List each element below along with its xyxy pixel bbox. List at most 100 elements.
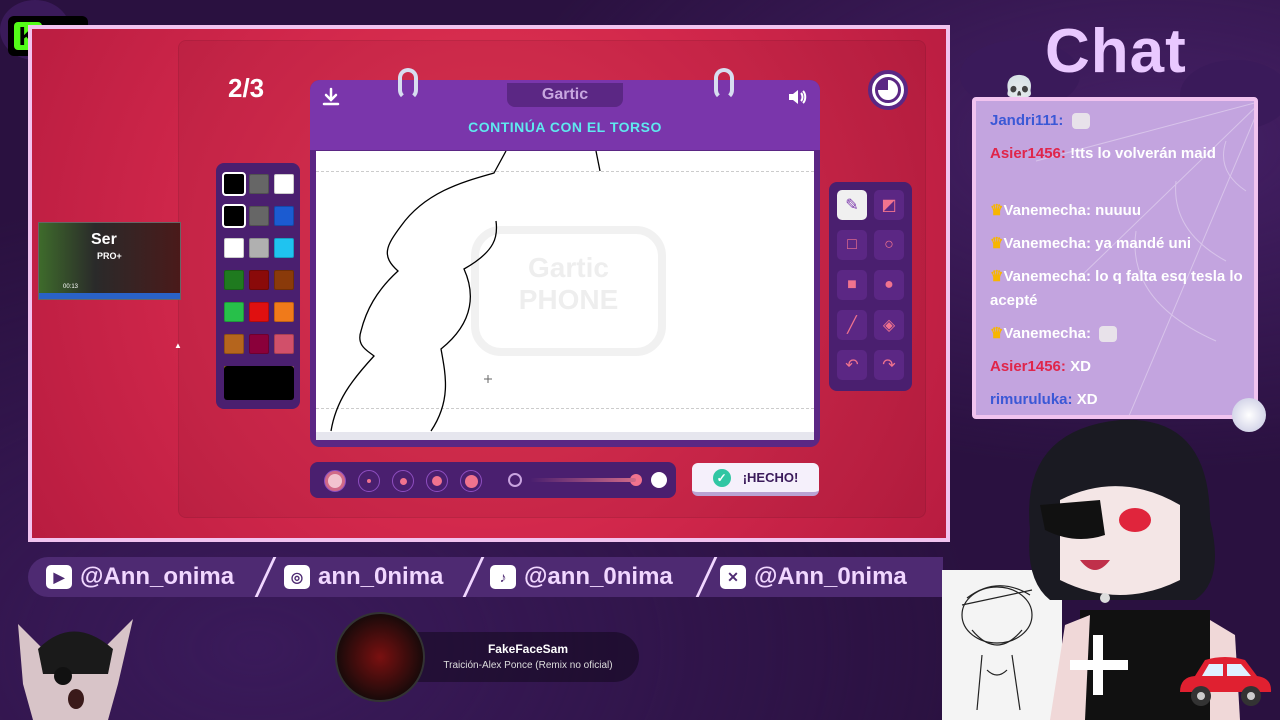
- chat-username[interactable]: Vanemecha:: [1003, 202, 1091, 219]
- chat-username[interactable]: Vanemecha:: [1003, 268, 1091, 285]
- color-swatch[interactable]: [274, 302, 294, 322]
- chat-message: Asier1456: XD: [990, 355, 1252, 379]
- current-color-preview: [224, 366, 294, 400]
- social-handle-text: @Ann_0nima: [754, 563, 907, 590]
- done-button[interactable]: ✓ ¡HECHO!: [692, 463, 819, 496]
- eraser-icon[interactable]: ◩: [874, 190, 904, 220]
- color-swatch[interactable]: [249, 174, 269, 194]
- song-artist: FakeFaceSam: [487, 642, 569, 656]
- chat-text: XD: [1076, 391, 1098, 408]
- instagram-icon: ◎: [284, 565, 310, 589]
- sketch-drawing: [330, 151, 601, 432]
- line-icon[interactable]: ╱: [837, 310, 867, 340]
- chat-username[interactable]: rimuruluka:: [990, 391, 1073, 408]
- chat-username[interactable]: Vanemecha:: [1003, 235, 1091, 252]
- emote-icon: [1099, 326, 1118, 343]
- chat-box: Jandri111: Asier1456: !tts lo volverán m…: [972, 97, 1258, 419]
- song-title: Traición-Alex Ponce (Remix no oficial): [443, 660, 613, 671]
- download-icon[interactable]: [320, 86, 342, 108]
- chat-message: rimuruluka: XD: [990, 388, 1252, 412]
- video-brand: Ser: [91, 231, 117, 248]
- chat-username[interactable]: Asier1456:: [990, 358, 1066, 375]
- color-swatch[interactable]: [249, 270, 269, 290]
- ring-decoration: [398, 68, 418, 100]
- crown-icon: ♛: [990, 268, 1004, 285]
- color-swatch[interactable]: [224, 238, 244, 258]
- chat-text: XD: [1070, 358, 1091, 375]
- opacity-slider[interactable]: [530, 478, 636, 482]
- color-swatch[interactable]: [249, 206, 269, 226]
- car-icon: [1175, 652, 1275, 712]
- crown-icon: ♛: [990, 325, 1004, 342]
- color-swatch[interactable]: [274, 238, 294, 258]
- bucket-icon[interactable]: ◈: [874, 310, 904, 340]
- drawing-canvas[interactable]: Gartic PHONE: [316, 151, 814, 434]
- x-icon: ✕: [720, 565, 746, 589]
- social-handle[interactable]: ◎ ann_0nima: [284, 563, 443, 591]
- circle-fill-icon[interactable]: ●: [874, 270, 904, 300]
- chat-text: !tts lo volverán maid: [1070, 145, 1216, 162]
- chat-message: ♛Vanemecha: nuuuu: [990, 199, 1252, 223]
- tiktok-icon: ♪: [490, 565, 516, 589]
- youtube-icon: ▶: [46, 565, 72, 589]
- video-sub: PRO+: [97, 251, 122, 261]
- drawing-prompt: CONTINÚA CON EL TORSO: [468, 119, 662, 135]
- canvas-edge: [316, 432, 814, 440]
- brush-size-5[interactable]: [460, 470, 482, 492]
- brush-size-3[interactable]: [392, 470, 414, 492]
- video-time: 00:13: [63, 284, 79, 290]
- chat-message: ♛Vanemecha: lo q falta esq tesla lo acep…: [990, 265, 1252, 313]
- crown-icon: ♛: [990, 235, 1004, 252]
- chat-text: ya mandé uni: [1095, 235, 1192, 252]
- social-handle-text: @ann_0nima: [524, 563, 673, 590]
- social-handle-text: ann_0nima: [318, 563, 444, 590]
- social-handle-text: @Ann_onima: [80, 563, 235, 590]
- gartic-logo: Gartic: [507, 83, 623, 107]
- video-thumbnail[interactable]: Ser PRO+ 00:13: [38, 222, 181, 300]
- color-swatch[interactable]: [274, 270, 294, 290]
- chat-username[interactable]: Vanemecha:: [1003, 325, 1091, 342]
- pencil-icon[interactable]: ✎: [837, 190, 867, 220]
- color-swatch[interactable]: [249, 238, 269, 258]
- color-swatch[interactable]: [222, 172, 246, 196]
- undo-icon[interactable]: ↶: [837, 350, 867, 380]
- social-handle[interactable]: ♪ @ann_0nima: [490, 563, 673, 591]
- chat-username[interactable]: Jandri111:: [990, 112, 1063, 129]
- redo-icon[interactable]: ↷: [874, 350, 904, 380]
- color-swatch[interactable]: [249, 334, 269, 354]
- board-header: Gartic: [310, 80, 820, 150]
- opacity-slider-handle[interactable]: [651, 472, 667, 488]
- opacity-min-icon: [508, 473, 522, 487]
- chat-message: ♛Vanemecha:: [990, 322, 1252, 346]
- timer-icon: [868, 70, 908, 110]
- chat-username[interactable]: Asier1456:: [990, 145, 1066, 162]
- chat-message: Jandri111:: [990, 109, 1252, 133]
- color-swatch[interactable]: [224, 334, 244, 354]
- video-progress-bar: [39, 293, 180, 299]
- ring-decoration: [714, 68, 734, 100]
- crown-icon: ♛: [990, 202, 1004, 219]
- color-swatch[interactable]: [249, 302, 269, 322]
- brush-size-1[interactable]: [324, 470, 346, 492]
- color-swatch[interactable]: [274, 334, 294, 354]
- color-swatch[interactable]: [274, 174, 294, 194]
- brush-size-4[interactable]: [426, 470, 448, 492]
- sound-icon[interactable]: [786, 86, 808, 108]
- color-swatch[interactable]: [222, 204, 246, 228]
- square-outline-icon[interactable]: □: [837, 230, 867, 260]
- emote-icon: [1071, 113, 1090, 130]
- check-icon: ✓: [712, 468, 731, 487]
- color-swatch[interactable]: [224, 302, 244, 322]
- chat-message: Asier1456: !tts lo volverán maid: [990, 142, 1252, 166]
- square-fill-icon[interactable]: ■: [837, 270, 867, 300]
- webcam-avatar: [8, 604, 138, 720]
- color-swatch[interactable]: [224, 270, 244, 290]
- brush-size-2[interactable]: [358, 470, 380, 492]
- circle-outline-icon[interactable]: ○: [874, 230, 904, 260]
- round-counter: 2/3: [228, 73, 265, 103]
- album-art: [335, 612, 425, 702]
- social-handle[interactable]: ▶ @Ann_onima: [46, 563, 234, 591]
- color-swatch[interactable]: [274, 206, 294, 226]
- cursor-icon: ▲: [174, 341, 182, 350]
- social-handle[interactable]: ✕ @Ann_0nima: [720, 563, 907, 591]
